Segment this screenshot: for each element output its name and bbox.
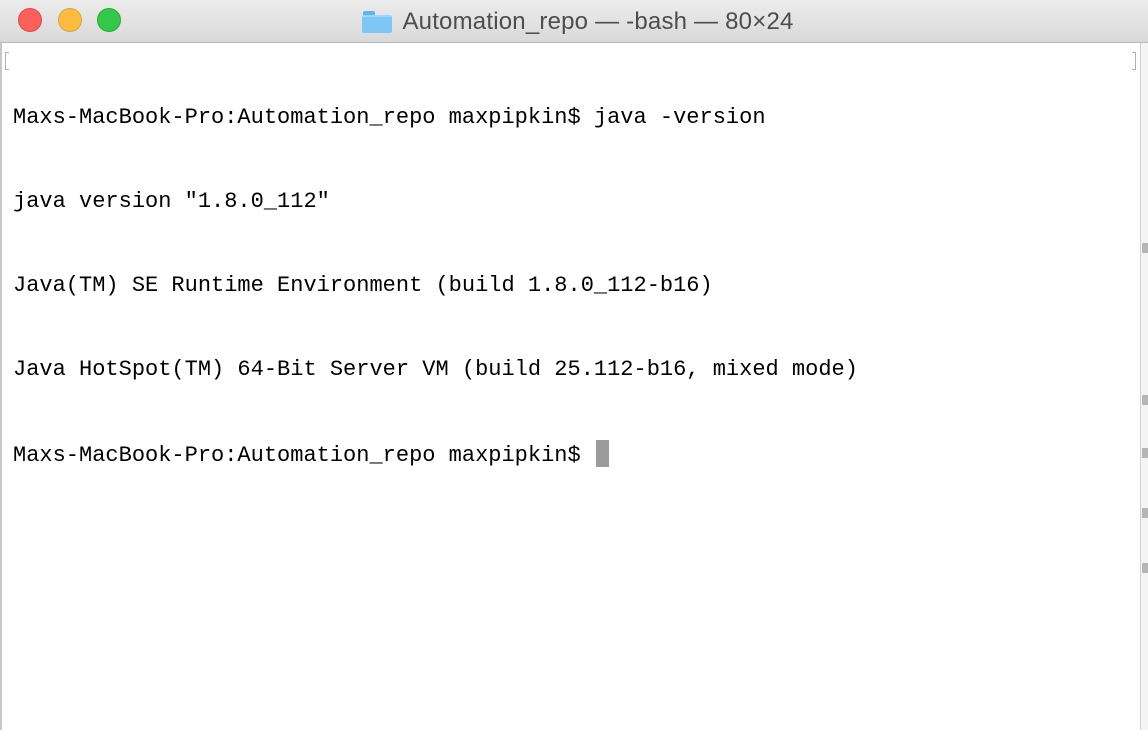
strip-mark	[1142, 563, 1148, 573]
strip-mark	[1142, 508, 1148, 518]
strip-mark	[1142, 243, 1148, 253]
mark-bracket-right	[1132, 52, 1136, 70]
strip-mark	[1142, 395, 1148, 405]
close-button[interactable]	[18, 8, 42, 32]
terminal-line: java version "1.8.0_112"	[13, 189, 330, 214]
prompt-line[interactable]: Maxs-MacBook-Pro:Automation_repo maxpipk…	[13, 440, 858, 468]
minimize-button[interactable]	[58, 8, 82, 32]
terminal-line: Maxs-MacBook-Pro:Automation_repo maxpipk…	[13, 105, 766, 130]
prompt-text: Maxs-MacBook-Pro:Automation_repo maxpipk…	[13, 443, 594, 468]
maximize-button[interactable]	[97, 8, 121, 32]
title-bar[interactable]	[0, 0, 1148, 43]
mark-bracket-left	[5, 52, 9, 70]
terminal-line: Java(TM) SE Runtime Environment (build 1…	[13, 273, 713, 298]
text-cursor	[595, 440, 609, 467]
background-window-edge	[1140, 43, 1148, 730]
terminal-lines: Maxs-MacBook-Pro:Automation_repo maxpipk…	[13, 48, 858, 524]
terminal-line: Java HotSpot(TM) 64-Bit Server VM (build…	[13, 357, 858, 382]
terminal-window: Automation_repo — -bash — 80×24 Maxs-Mac…	[0, 0, 1148, 730]
strip-mark	[1142, 448, 1148, 458]
terminal-output-area[interactable]: Maxs-MacBook-Pro:Automation_repo maxpipk…	[0, 43, 1140, 730]
